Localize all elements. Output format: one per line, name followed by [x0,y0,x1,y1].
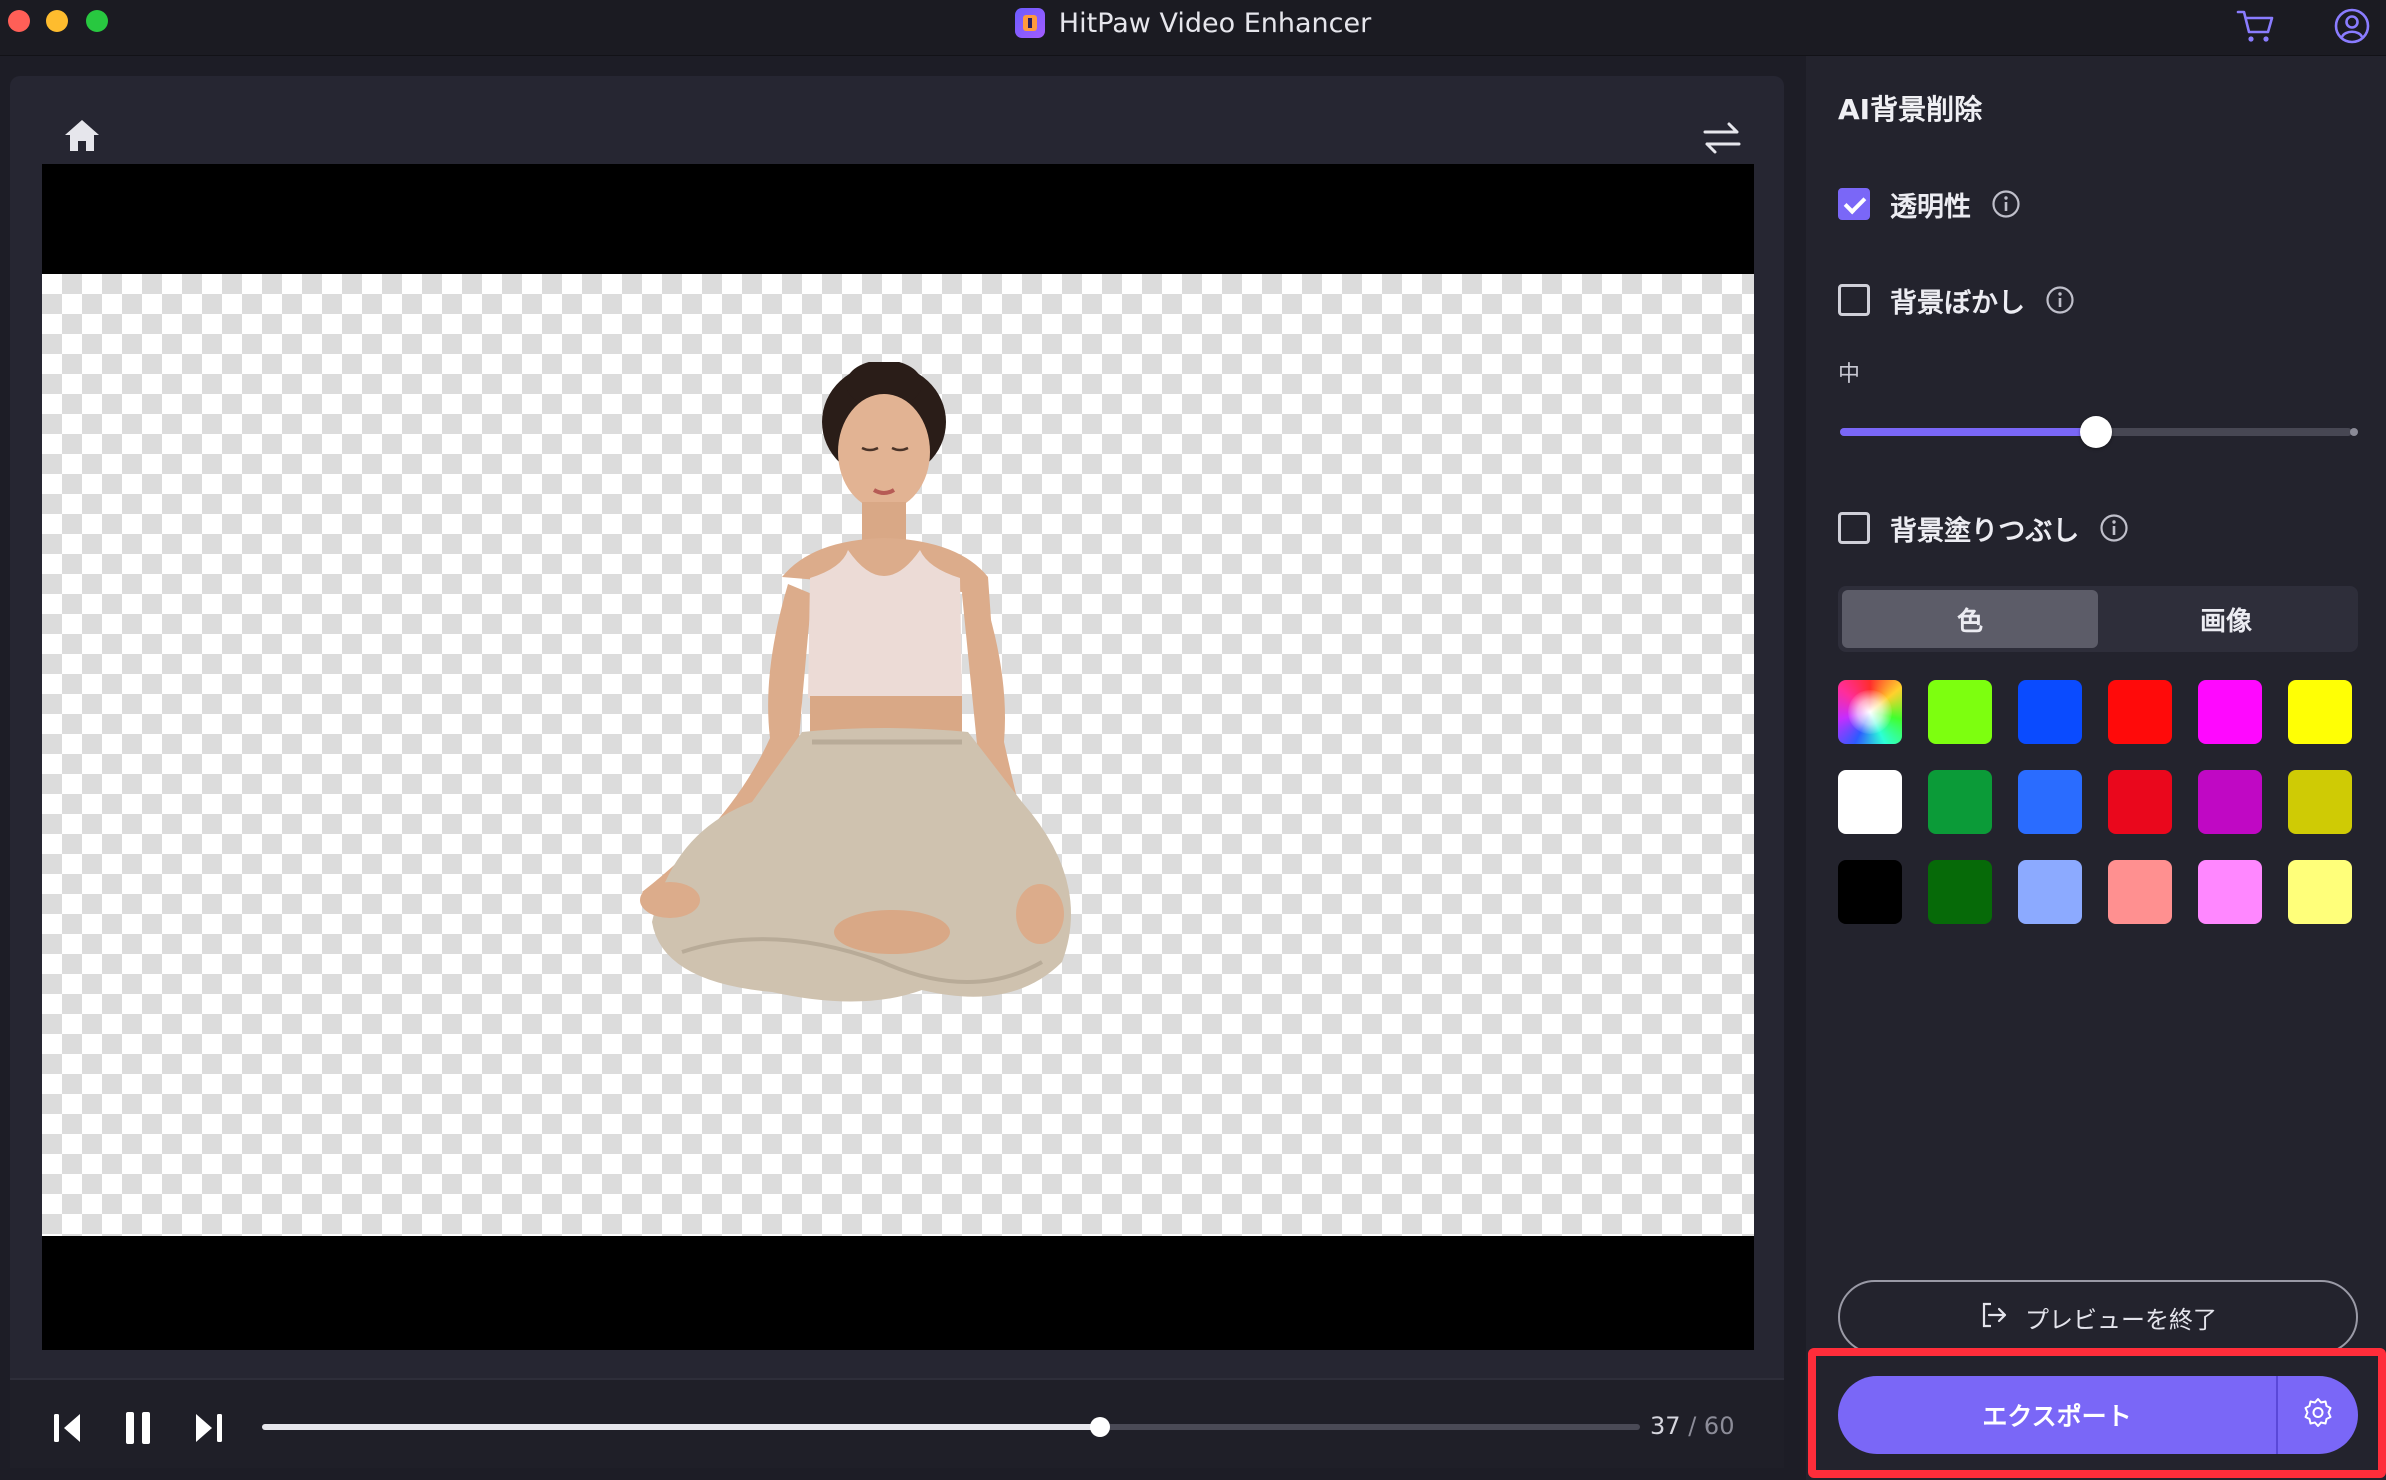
playback-progress-thumb[interactable] [1089,1417,1110,1437]
info-icon[interactable] [2099,513,2129,543]
color-swatch[interactable] [1928,860,1992,924]
playback-bar: 37 / 60 [10,1378,1784,1468]
blur-level-label: 中 [1838,362,1861,387]
color-swatch[interactable] [2198,770,2262,834]
transparency-checkbox[interactable] [1838,188,1870,220]
info-icon[interactable] [2045,285,2075,315]
blur-level-fill [1840,428,2096,436]
playback-progress-slider[interactable] [262,1417,1640,1437]
playback-progress-fill [262,1424,1100,1430]
frame-counter: 37 / 60 [1650,1412,1734,1440]
option-background-fill[interactable]: 背景塗りつぶし [1838,508,2129,548]
end-preview-button[interactable]: プレビューを終了 [1838,1280,2358,1354]
background-fill-checkbox[interactable] [1838,512,1870,544]
color-swatch[interactable] [1928,770,1992,834]
previous-frame-button[interactable] [40,1400,96,1456]
gear-icon [2301,1396,2335,1434]
transparency-label: 透明性 [1890,191,1971,223]
info-icon[interactable] [1991,189,2021,219]
next-frame-button[interactable] [180,1400,236,1456]
color-swatch[interactable] [2108,860,2172,924]
title-bar: HitPaw Video Enhancer [0,0,2386,56]
preview-panel [10,76,1784,1380]
color-swatch[interactable] [2288,680,2352,744]
app-logo-icon [1014,8,1045,38]
panel-title: AI背景削除 [1838,93,1983,126]
blur-level-slider[interactable] [1840,416,2352,448]
exit-icon [1979,1300,2009,1334]
custom-color-picker-swatch[interactable] [1838,680,1902,744]
end-preview-label: プレビューを終了 [2025,1305,2217,1334]
subject-person-image [640,362,1071,1002]
color-swatch-grid [1838,680,2368,924]
color-swatch[interactable] [2108,770,2172,834]
fill-type-tabs: 色 画像 [1838,586,2358,652]
export-button[interactable]: エクスポート [1838,1376,2278,1454]
export-button-group: エクスポート [1838,1376,2358,1454]
color-swatch[interactable] [1838,770,1902,834]
account-icon[interactable] [2332,6,2372,46]
export-settings-button[interactable] [2278,1376,2358,1454]
frame-separator: / [1688,1412,1697,1440]
cart-icon[interactable] [2236,6,2276,46]
pause-button[interactable] [110,1400,166,1456]
compare-swap-icon[interactable] [1690,106,1754,170]
background-blur-label: 背景ぼかし [1890,287,2025,319]
blur-level-thumb[interactable] [2080,416,2112,448]
color-swatch[interactable] [2288,770,2352,834]
color-swatch[interactable] [2018,770,2082,834]
tab-color[interactable]: 色 [1842,590,2098,648]
color-swatch[interactable] [2198,680,2262,744]
transparent-background-canvas [42,274,1754,1236]
tab-image[interactable]: 画像 [2098,590,2354,648]
window-title-group: HitPaw Video Enhancer [0,6,2386,40]
total-frames: 60 [1703,1412,1735,1440]
video-preview[interactable] [42,164,1754,1350]
color-swatch[interactable] [1928,680,1992,744]
color-swatch[interactable] [2288,860,2352,924]
color-swatch[interactable] [2018,680,2082,744]
color-swatch[interactable] [1838,860,1902,924]
current-frame: 37 [1650,1412,1681,1440]
color-swatch[interactable] [2198,860,2262,924]
option-transparency[interactable]: 透明性 [1838,184,2021,224]
window-title: HitPaw Video Enhancer [1058,7,1372,39]
option-background-blur[interactable]: 背景ぼかし [1838,280,2075,320]
settings-sidebar: AI背景削除 透明性 背景ぼかし 中 背景塗りつぶし 色 画像 プレビューを終了 [1806,56,2386,1480]
background-blur-checkbox[interactable] [1838,284,1870,316]
color-swatch[interactable] [2108,680,2172,744]
home-icon[interactable] [52,106,112,166]
color-swatch[interactable] [2018,860,2082,924]
background-fill-label: 背景塗りつぶし [1890,515,2080,547]
slider-end-dot [2350,428,2358,436]
